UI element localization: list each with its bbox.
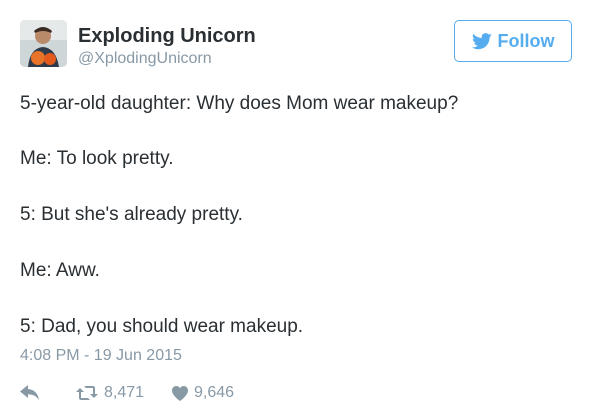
like-count: 9,646: [194, 384, 235, 401]
author-name[interactable]: Exploding Unicorn: [78, 25, 256, 48]
tweet-line: 5-year-old daughter: Why does Mom wear m…: [20, 93, 459, 114]
follow-button[interactable]: Follow: [454, 20, 572, 62]
tweet-line: 5: Dad, you should wear makeup.: [20, 316, 304, 337]
twitter-bird-icon: [471, 32, 492, 49]
tweet-timestamp[interactable]: 4:08 PM - 19 Jun 2015: [20, 347, 182, 365]
retweet-count: 8,471: [104, 384, 145, 401]
heart-icon: [172, 385, 188, 401]
author-handle[interactable]: @XplodingUnicorn: [78, 50, 212, 68]
reply-icon: [20, 385, 39, 400]
like-button[interactable]: 9,646: [172, 384, 234, 402]
tweet-actions: 8,471 9,646: [20, 384, 234, 402]
avatar[interactable]: [20, 20, 67, 67]
tweet-line: Me: Aww.: [20, 260, 100, 281]
reply-button[interactable]: [20, 385, 76, 401]
retweet-button[interactable]: 8,471: [76, 384, 172, 402]
follow-button-label: Follow: [497, 30, 555, 51]
user-avatar-photo: [20, 20, 67, 67]
tweet-line: Me: To look pretty.: [20, 148, 174, 169]
tweet-line: 5: But she's already pretty.: [20, 204, 243, 225]
retweet-icon: [76, 386, 98, 400]
